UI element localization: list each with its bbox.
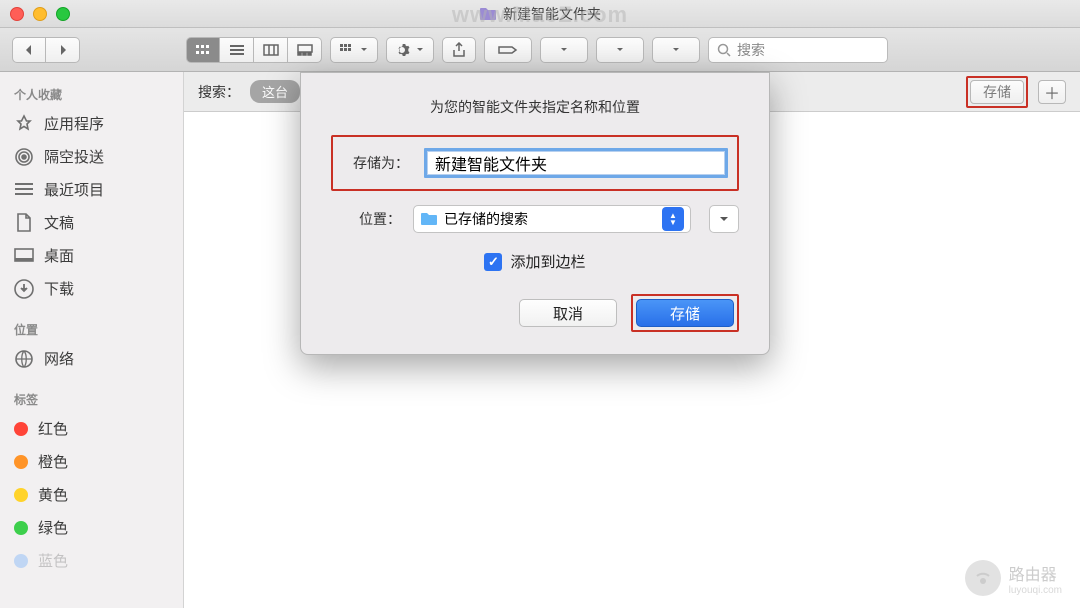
sidebar-item-label: 红色 [38,418,68,439]
recents-icon [14,180,34,200]
sidebar: 个人收藏 应用程序 隔空投送 最近项目 文稿 [0,72,184,608]
tag-dot-icon [14,488,28,502]
tag-dot-icon [14,521,28,535]
cancel-button[interactable]: 取消 [519,299,617,327]
view-buttons [186,37,322,63]
corner-sub: luyouqi.com [1009,585,1062,596]
sidebar-tag-blue[interactable]: 蓝色 [0,544,183,577]
add-criteria-button[interactable]: ＋ [1038,80,1066,104]
corner-watermark: 路由器 luyouqi.com [965,560,1062,596]
save-button[interactable]: 存储 [636,299,734,327]
sidebar-item-label: 最近项目 [44,179,104,200]
forward-button[interactable] [46,37,80,63]
location-value: 已存储的搜索 [444,209,528,229]
share-icon [452,42,466,58]
sidebar-item-label: 黄色 [38,484,68,505]
dropdown-2[interactable] [596,37,644,63]
save-search-button[interactable]: 存储 [970,80,1024,104]
sidebar-item-airdrop[interactable]: 隔空投送 [0,140,183,173]
downloads-icon [14,279,34,299]
airdrop-icon [14,147,34,167]
save-dialog: 为您的智能文件夹指定名称和位置 存储为： 位置： 已存储的搜索 ▲▼ ✓ 添加到… [300,72,770,355]
locations-header: 位置 [0,315,183,342]
sidebar-tag-yellow[interactable]: 黄色 [0,478,183,511]
icon-view-button[interactable] [186,37,220,63]
list-view-button[interactable] [220,37,254,63]
search-icon [717,43,731,57]
location-select[interactable]: 已存储的搜索 ▲▼ [413,205,691,233]
back-button[interactable] [12,37,46,63]
titlebar: 新建智能文件夹 www.MacZ.com [0,0,1080,28]
toolbar: 搜索 [0,28,1080,72]
tags-button[interactable] [484,37,532,63]
column-view-button[interactable] [254,37,288,63]
search-label: 搜索： [198,82,240,102]
tag-icon [498,44,518,56]
gear-icon [396,42,412,58]
documents-icon [14,213,34,233]
corner-text: 路由器 [1009,561,1062,585]
sidebar-item-label: 橙色 [38,451,68,472]
checkbox-checked-icon: ✓ [484,253,502,271]
add-to-sidebar-checkbox[interactable]: ✓ 添加到边栏 [331,251,739,272]
sidebar-tag-green[interactable]: 绿色 [0,511,183,544]
favorites-header: 个人收藏 [0,80,183,107]
location-label: 位置： [331,209,401,229]
sidebar-item-label: 蓝色 [38,550,68,571]
tag-dot-icon [14,554,28,568]
select-arrows-icon: ▲▼ [662,207,684,231]
checkbox-label: 添加到边栏 [510,251,585,272]
dialog-title: 为您的智能文件夹指定名称和位置 [331,97,739,117]
router-icon [965,560,1001,596]
sidebar-item-documents[interactable]: 文稿 [0,206,183,239]
sidebar-tag-orange[interactable]: 橙色 [0,445,183,478]
applications-icon [14,114,34,134]
sidebar-item-applications[interactable]: 应用程序 [0,107,183,140]
dropdown-3[interactable] [652,37,700,63]
sidebar-tag-red[interactable]: 红色 [0,412,183,445]
share-button[interactable] [442,37,476,63]
sidebar-item-label: 隔空投送 [44,146,104,167]
desktop-icon [14,246,34,266]
dropdown-1[interactable] [540,37,588,63]
gallery-view-button[interactable] [288,37,322,63]
sidebar-item-label: 下载 [44,278,74,299]
sidebar-item-recents[interactable]: 最近项目 [0,173,183,206]
folder-icon [479,7,497,21]
search-placeholder: 搜索 [737,40,765,60]
sidebar-item-label: 应用程序 [44,113,104,134]
expand-location-button[interactable] [709,205,739,233]
sidebar-item-label: 桌面 [44,245,74,266]
action-button[interactable] [386,37,434,63]
sidebar-item-label: 绿色 [38,517,68,538]
save-as-label: 存储为： [339,153,409,173]
save-as-input[interactable] [424,148,728,178]
window-title: 新建智能文件夹 [0,4,1080,24]
arrange-button[interactable] [330,37,378,63]
sidebar-item-label: 网络 [44,348,74,369]
search-scope-pill[interactable]: 这台 [250,80,300,103]
network-icon [14,349,34,369]
sidebar-item-desktop[interactable]: 桌面 [0,239,183,272]
sidebar-item-label: 文稿 [44,212,74,233]
tags-header: 标签 [0,385,183,412]
folder-icon [420,212,438,226]
tag-dot-icon [14,455,28,469]
search-input[interactable]: 搜索 [708,37,888,63]
sidebar-item-network[interactable]: 网络 [0,342,183,375]
sidebar-item-downloads[interactable]: 下载 [0,272,183,305]
tag-dot-icon [14,422,28,436]
nav-buttons [12,37,80,63]
